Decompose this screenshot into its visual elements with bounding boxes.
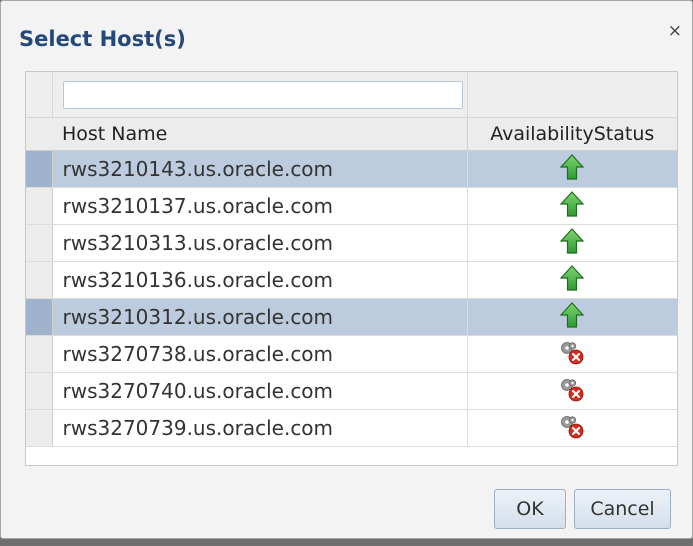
availability-status-cell	[466, 224, 677, 262]
host-name-cell: rws3210312.us.oracle.com	[52, 298, 467, 336]
availability-status-cell	[466, 372, 677, 410]
availability-status-cell	[466, 298, 677, 336]
table-row[interactable]: rws3210313.us.oracle.com	[26, 224, 677, 262]
availability-status-cell	[466, 187, 677, 225]
hosts-table: Host Name AvailabilityStatus rws3210143.…	[25, 71, 678, 466]
row-header-cell[interactable]	[26, 372, 53, 410]
host-name-cell: rws3210313.us.oracle.com	[52, 224, 467, 262]
column-header-host-name[interactable]: Host Name	[52, 117, 467, 151]
availability-status-cell	[466, 409, 677, 447]
cancel-button[interactable]: Cancel	[574, 489, 671, 529]
table-row[interactable]: rws3210136.us.oracle.com	[26, 261, 677, 299]
host-name-cell: rws3210137.us.oracle.com	[52, 187, 467, 225]
table-row[interactable]: rws3270738.us.oracle.com	[26, 335, 677, 373]
table-row[interactable]: rws3270740.us.oracle.com	[26, 372, 677, 410]
availability-status-cell	[466, 150, 677, 188]
gear-error-icon	[558, 338, 586, 371]
dialog-title: Select Host(s)	[19, 27, 186, 51]
row-header-cell[interactable]	[26, 150, 53, 188]
close-icon[interactable]: ×	[668, 23, 682, 40]
ok-button[interactable]: OK	[494, 489, 566, 529]
table-row[interactable]: rws3210143.us.oracle.com	[26, 150, 677, 188]
host-name-cell: rws3210143.us.oracle.com	[52, 150, 467, 188]
host-name-cell: rws3270740.us.oracle.com	[52, 372, 467, 410]
green-up-arrow-icon	[559, 301, 585, 333]
green-up-arrow-icon	[559, 190, 585, 222]
table-row[interactable]: rws3210137.us.oracle.com	[26, 187, 677, 225]
filter-row-header	[26, 72, 52, 118]
status-filter-cell	[466, 72, 677, 118]
row-header-cell[interactable]	[26, 261, 53, 299]
host-name-filter-input[interactable]	[62, 80, 463, 109]
table-row[interactable]: rws3210312.us.oracle.com	[26, 298, 677, 336]
availability-status-cell	[466, 335, 677, 373]
select-hosts-dialog: Select Host(s) × Host Name AvailabilityS…	[0, 0, 693, 539]
row-header-column	[26, 117, 52, 151]
green-up-arrow-icon	[559, 153, 585, 185]
host-name-cell: rws3210136.us.oracle.com	[52, 261, 467, 299]
column-header-availability-status[interactable]: AvailabilityStatus	[466, 117, 677, 151]
gear-error-icon	[558, 412, 586, 445]
green-up-arrow-icon	[559, 227, 585, 259]
filter-row	[26, 72, 677, 118]
table-header-row: Host Name AvailabilityStatus	[26, 117, 677, 151]
gear-error-icon	[558, 375, 586, 408]
host-name-cell: rws3270738.us.oracle.com	[52, 335, 467, 373]
row-header-cell[interactable]	[26, 335, 53, 373]
row-header-cell[interactable]	[26, 224, 53, 262]
table-row[interactable]: rws3270739.us.oracle.com	[26, 409, 677, 447]
row-header-cell[interactable]	[26, 187, 53, 225]
host-name-cell: rws3270739.us.oracle.com	[52, 409, 467, 447]
green-up-arrow-icon	[559, 264, 585, 296]
availability-status-cell	[466, 261, 677, 299]
row-header-cell[interactable]	[26, 298, 53, 336]
row-header-cell[interactable]	[26, 409, 53, 447]
host-name-filter-cell	[51, 72, 467, 118]
